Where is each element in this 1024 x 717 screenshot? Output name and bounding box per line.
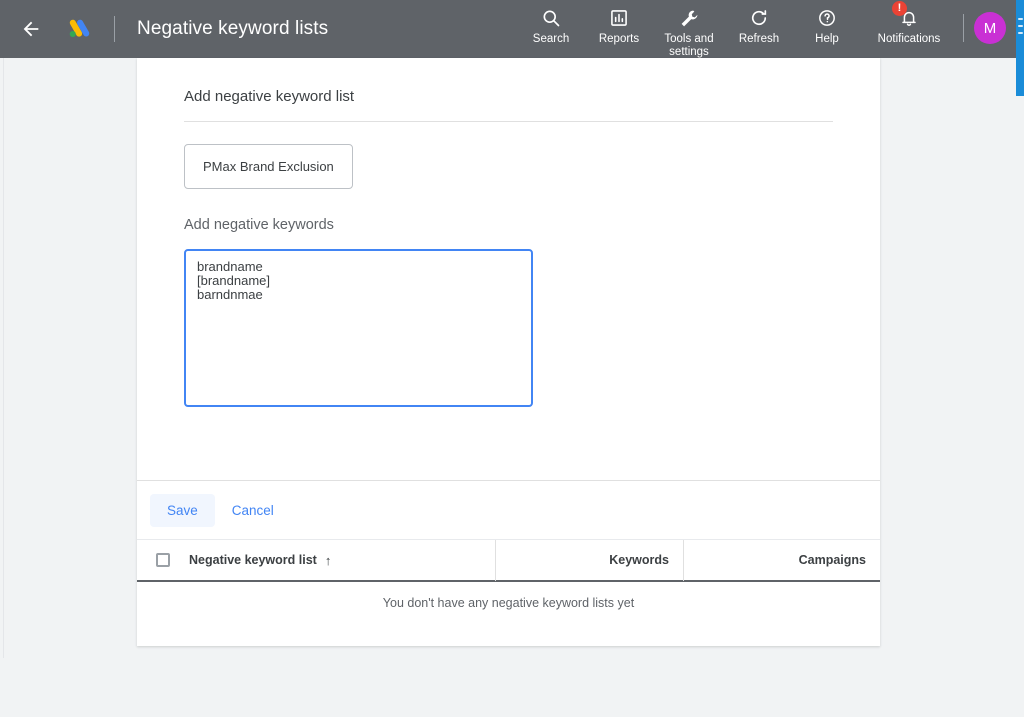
table-empty-state: You don't have any negative keyword list…: [382, 596, 635, 610]
toolbar-help[interactable]: Help: [793, 0, 861, 54]
toolbar-help-label: Help: [815, 33, 839, 45]
left-gutter-line: [3, 58, 4, 658]
keywords-input-wrap: [161, 233, 856, 412]
list-name-chip[interactable]: PMax Brand Exclusion: [184, 144, 353, 189]
refresh-icon: [749, 6, 769, 30]
bell-icon: !: [892, 1, 919, 30]
card-bottom-padding: [137, 624, 880, 646]
toolbar-tools-label: Tools and settings: [664, 33, 714, 58]
toolbar-notifications-label: Notifications: [877, 33, 941, 45]
browser-scrollbar[interactable]: [1016, 0, 1024, 96]
table-header-name-label: Negative keyword list: [189, 553, 317, 567]
app-header-toolbar: Search Reports Tools and settings Refres…: [517, 0, 1024, 58]
add-list-panel: Add negative keyword list PMax Brand Exc…: [137, 58, 880, 480]
toolbar-refresh[interactable]: Refresh: [725, 0, 793, 54]
panel-title: Add negative keyword list: [184, 88, 355, 105]
toolbar-separator: [963, 14, 964, 42]
app-header-left: Negative keyword lists: [0, 0, 328, 58]
scrollbar-grip-icon: [1018, 18, 1023, 34]
page-title: Negative keyword lists: [137, 18, 329, 39]
table-header-campaigns-label: Campaigns: [798, 553, 866, 567]
cancel-button[interactable]: Cancel: [215, 494, 291, 527]
google-ads-logo[interactable]: [64, 14, 94, 44]
back-arrow-icon[interactable]: [18, 16, 44, 42]
save-button[interactable]: Save: [150, 493, 215, 527]
toolbar-notifications[interactable]: ! Notifications: [861, 0, 957, 54]
search-icon: [541, 6, 561, 30]
table-header-campaigns[interactable]: Campaigns: [684, 540, 880, 581]
table-header-row: Negative keyword list ↑ Keywords Campaig…: [137, 539, 880, 581]
select-all-checkbox[interactable]: [156, 553, 170, 567]
panel-actions: Save Cancel: [137, 481, 880, 539]
sort-ascending-icon[interactable]: ↑: [325, 553, 332, 568]
toolbar-reports-label: Reports: [598, 33, 640, 45]
table-header-name[interactable]: Negative keyword list ↑: [137, 539, 496, 581]
avatar[interactable]: M: [974, 12, 1006, 44]
toolbar-search-label: Search: [532, 33, 570, 45]
table-header-keywords-label: Keywords: [609, 553, 669, 567]
app-header: Negative keyword lists Search Reports To…: [0, 0, 1024, 58]
wrench-icon: [679, 6, 700, 30]
add-keywords-label: Add negative keywords: [184, 217, 334, 233]
table-header-keywords[interactable]: Keywords: [496, 539, 684, 581]
toolbar-reports[interactable]: Reports: [585, 0, 653, 54]
panel-spacer: [161, 412, 856, 480]
negative-keyword-list-card: Add negative keyword list PMax Brand Exc…: [137, 58, 880, 646]
negative-keywords-textarea[interactable]: [184, 249, 533, 407]
header-divider: [114, 16, 115, 42]
notifications-badge: !: [892, 1, 907, 16]
toolbar-search[interactable]: Search: [517, 0, 585, 54]
toolbar-refresh-label: Refresh: [738, 33, 780, 45]
help-icon: [817, 6, 837, 30]
toolbar-tools-and-settings[interactable]: Tools and settings: [653, 0, 725, 59]
reports-icon: [609, 6, 629, 30]
list-name-row: PMax Brand Exclusion: [161, 122, 856, 189]
